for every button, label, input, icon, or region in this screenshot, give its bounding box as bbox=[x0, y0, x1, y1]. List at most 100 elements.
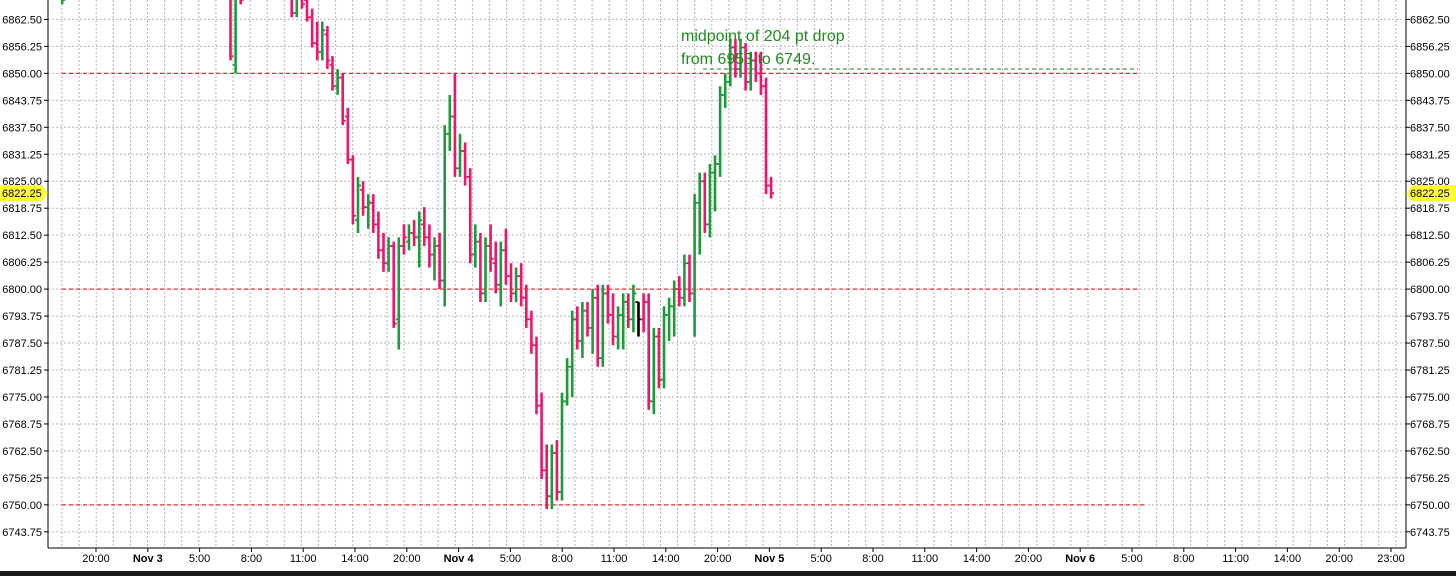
ohlc-bar bbox=[650, 327, 657, 415]
ohlc-bar bbox=[431, 237, 438, 281]
ohlc-bar bbox=[559, 392, 565, 501]
ohlc-bar bbox=[290, 0, 295, 18]
ohlc-bar bbox=[421, 207, 428, 246]
ohlc-bar bbox=[400, 224, 407, 255]
ohlc-bar bbox=[482, 237, 489, 303]
x-tick-label: 8:00 bbox=[551, 553, 572, 565]
y-tick-label: 6781.25 bbox=[1410, 365, 1450, 377]
x-tick-label: 11:00 bbox=[1222, 553, 1249, 565]
ohlc-bar bbox=[365, 194, 372, 229]
y-tick-label: 6806.25 bbox=[2, 257, 42, 269]
ohlc-bar bbox=[599, 284, 606, 367]
x-tick-label: 8:00 bbox=[862, 553, 883, 565]
y-tick-label: 6831.25 bbox=[2, 149, 42, 161]
ohlc-bar bbox=[686, 254, 693, 303]
x-tick-label: Nov 5 bbox=[754, 553, 784, 565]
ohlc-bar bbox=[60, 0, 66, 5]
x-tick-label: 23:00 bbox=[1377, 553, 1405, 565]
y-tick-label: 6750.00 bbox=[2, 500, 42, 512]
ohlc-bar bbox=[385, 237, 392, 272]
ohlc-bar bbox=[446, 94, 453, 152]
ohlc-bar bbox=[584, 302, 591, 337]
x-tick-label: 20:00 bbox=[82, 553, 110, 565]
y-tick-label: 6793.75 bbox=[2, 311, 42, 323]
ohlc-bar bbox=[722, 73, 729, 108]
ohlc-bar bbox=[548, 444, 555, 510]
x-tick-label: 20:00 bbox=[704, 553, 732, 565]
y-tick-label: 6837.50 bbox=[1410, 122, 1450, 134]
ohlc-bar bbox=[451, 73, 458, 177]
current-price-label-right: 6822.25 bbox=[1410, 188, 1450, 200]
x-tick-label: 20:00 bbox=[1015, 553, 1043, 565]
x-tick-label: 20:00 bbox=[393, 553, 421, 565]
y-tick-label: 6862.50 bbox=[2, 14, 42, 26]
ohlc-bar bbox=[763, 77, 769, 195]
y-axis-left: 6862.50 6856.25 6850.00 6843.75 6837.50 6831.… bbox=[2, 14, 48, 539]
y-tick-label: 6750.00 bbox=[1410, 500, 1450, 512]
ohlc-bar bbox=[411, 220, 418, 246]
ohlc-bar bbox=[569, 310, 576, 397]
x-tick-label: 14:00 bbox=[963, 553, 991, 565]
ohlc-bar bbox=[349, 155, 356, 225]
y-tick-label: 6843.75 bbox=[2, 95, 42, 107]
ohlc-bar bbox=[564, 358, 571, 406]
x-tick-label: 11:00 bbox=[601, 553, 628, 565]
bottom-scroll-bar[interactable] bbox=[0, 571, 1456, 576]
ohlc-bar bbox=[696, 172, 703, 255]
ohlc-bar bbox=[508, 263, 514, 303]
y-tick-label: 6787.50 bbox=[2, 338, 42, 350]
y-tick-label: 6756.25 bbox=[1410, 473, 1450, 485]
ohlc-bar bbox=[457, 133, 463, 177]
y-tick-label: 6743.75 bbox=[2, 527, 42, 539]
ohlc-bar bbox=[426, 224, 433, 268]
ohlc-bar bbox=[472, 224, 479, 268]
y-tick-label: 6862.50 bbox=[1410, 14, 1450, 26]
y-tick-label: 6843.75 bbox=[1410, 95, 1450, 107]
ohlc-bar bbox=[416, 211, 423, 268]
y-tick-label: 6768.75 bbox=[1410, 419, 1450, 431]
y-tick-label: 6793.75 bbox=[1410, 311, 1450, 323]
y-tick-label: 6831.25 bbox=[1410, 149, 1450, 161]
y-tick-label: 6775.00 bbox=[1410, 392, 1450, 404]
ohlc-bar bbox=[538, 392, 545, 479]
ohlc-bar bbox=[477, 233, 484, 303]
ohlc-bar bbox=[640, 293, 647, 333]
ohlc-bar bbox=[768, 176, 775, 199]
ohlc-bar bbox=[395, 237, 402, 350]
current-price-label-left: 6822.25 bbox=[2, 188, 42, 200]
x-tick-label: 5:00 bbox=[810, 553, 831, 565]
ohlc-bar bbox=[441, 125, 448, 307]
annotation-line-1: midpoint of 204 pt drop bbox=[681, 28, 845, 45]
ohlc-bar bbox=[625, 293, 632, 328]
x-tick-label: 14:00 bbox=[652, 553, 680, 565]
x-tick-label: 8:00 bbox=[1173, 553, 1194, 565]
ohlc-bar bbox=[380, 233, 387, 272]
ohlc-bar bbox=[528, 310, 535, 354]
y-tick-label: 6856.25 bbox=[1410, 41, 1450, 53]
y-tick-label: 6818.75 bbox=[1410, 203, 1450, 215]
x-tick-label: Nov 6 bbox=[1065, 553, 1095, 565]
ohlc-bar bbox=[344, 107, 351, 164]
ohlc-bar bbox=[355, 176, 361, 234]
ohlc-bar bbox=[604, 284, 611, 324]
current-price-tags: 6822.25 6822.25 bbox=[0, 185, 1456, 202]
y-tick-label: 6756.25 bbox=[2, 473, 42, 485]
y-tick-label: 6800.00 bbox=[1410, 284, 1450, 296]
x-tick-label: 14:00 bbox=[1274, 553, 1302, 565]
x-tick-label: 14:00 bbox=[341, 553, 369, 565]
y-tick-label: 6768.75 bbox=[2, 419, 42, 431]
y-tick-label: 6800.00 bbox=[2, 284, 42, 296]
ohlc-bar bbox=[666, 297, 673, 341]
x-tick-label: 5:00 bbox=[1121, 553, 1142, 565]
ohlc-bar bbox=[630, 284, 637, 333]
ohlc-bar bbox=[314, 21, 321, 61]
x-tick-label: Nov 4 bbox=[444, 553, 475, 565]
y-tick-label: 6762.50 bbox=[1410, 446, 1450, 458]
x-tick-label: 5:00 bbox=[500, 553, 521, 565]
ohlc-bar bbox=[661, 306, 667, 389]
x-axis: 20:00 Nov 3 5:00 8:00 11:00 14:00 20:00 Nov 4 5:… bbox=[82, 548, 1405, 565]
ohlc-bar bbox=[701, 172, 708, 234]
y-tick-label: 6812.50 bbox=[2, 230, 42, 242]
ohlc-bar bbox=[487, 224, 494, 272]
ohlc-bar bbox=[324, 25, 331, 70]
